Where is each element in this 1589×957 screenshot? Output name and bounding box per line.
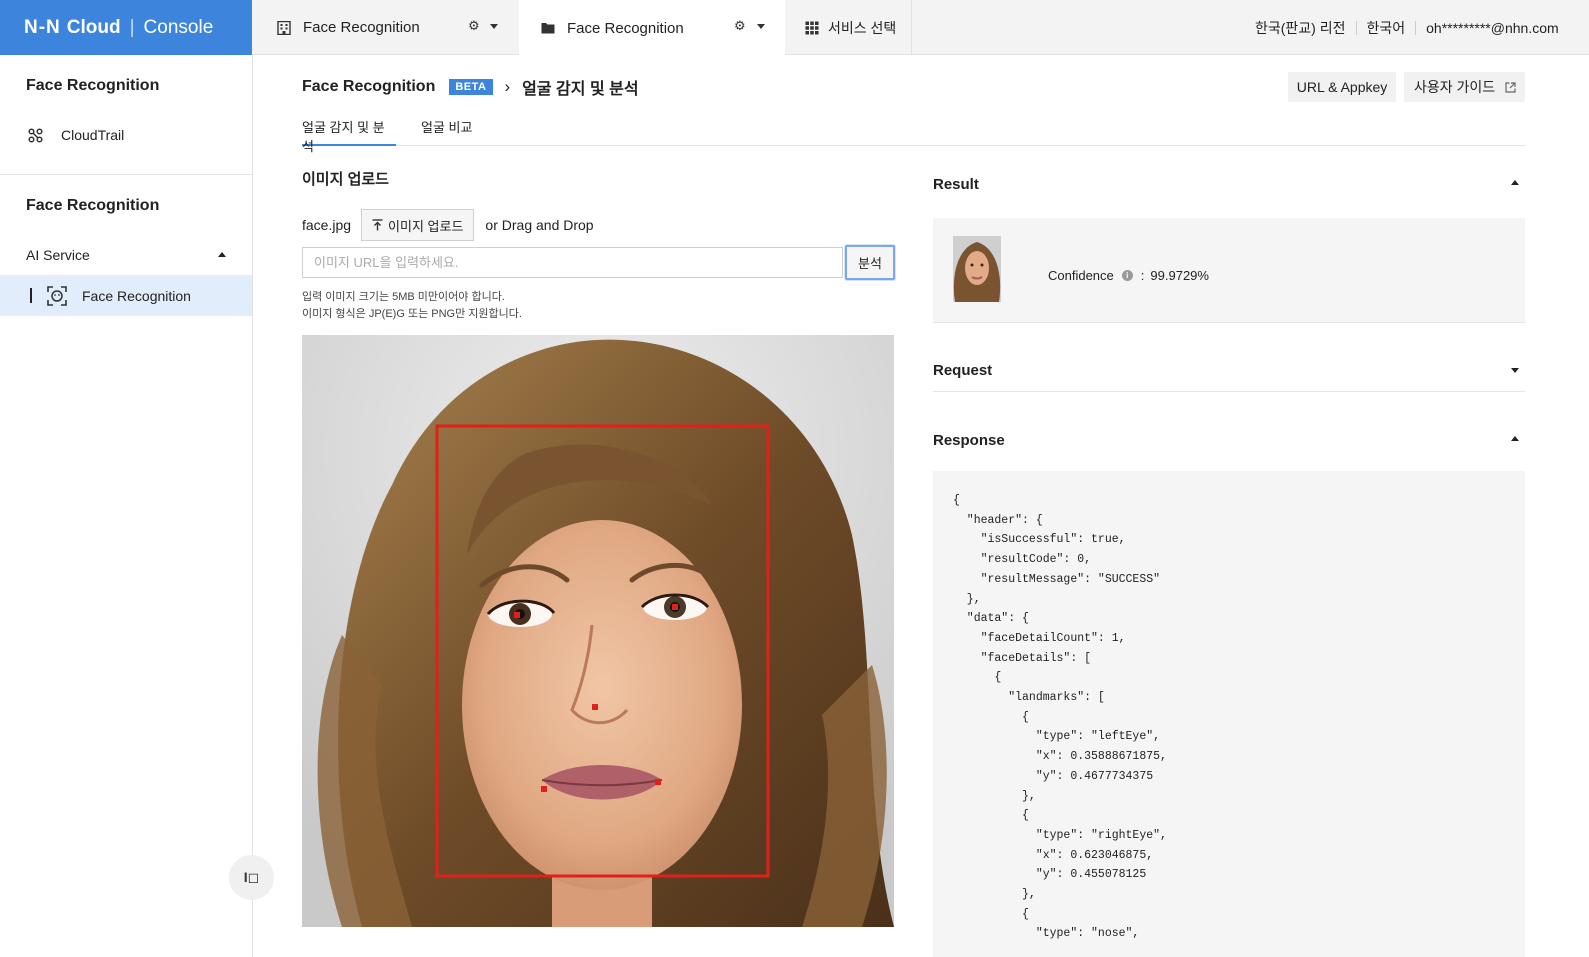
service-select-label: 서비스 선택 [828,19,897,36]
confidence-label: Confidence [1048,268,1114,283]
analyzed-image [302,335,894,927]
sidebar-group-ai-service[interactable]: AI Service [0,235,252,275]
request-section-header[interactable]: Request [933,352,1525,392]
user-guide-label: 사용자 가이드 [1414,79,1496,95]
drag-drop-text: or Drag and Drop [485,217,594,233]
sidebar-divider [0,174,252,175]
upload-section-title: 이미지 업로드 [302,171,389,188]
logo-nhn-text: N-N [24,16,61,38]
breadcrumb-page: 얼굴 감지 및 분석 [522,81,639,98]
service-select-tab[interactable]: 서비스 선택 [785,0,912,55]
sidebar-project-title[interactable]: Face Recognition [26,197,159,215]
landmark-mouth-left [541,786,547,792]
cloudtrail-icon [28,127,43,143]
face-thumbnail [953,236,1001,302]
confidence-separator: : [1140,268,1145,283]
logo-console-text: Console [143,16,214,38]
response-json: { "header": { "isSuccessful": true, "res… [953,494,1167,941]
face-scan-icon [47,285,67,306]
collapse-caret-icon [1511,436,1519,441]
sidebar-item-label: CloudTrail [61,127,125,143]
nhn-cloud-console-logo[interactable]: N-N Cloud | Console [0,0,252,55]
logo-cloud-text: Cloud [66,16,121,38]
confidence-value: 99.9729% [1150,268,1209,283]
project-settings-gear-icon[interactable]: ⚙ [734,18,746,34]
org-dropdown-caret-icon[interactable] [490,24,498,29]
logo-divider: | [129,16,135,38]
landmark-mouth-right [655,779,661,785]
header-divider [1415,20,1417,35]
org-name: Face Recognition [303,19,420,36]
face-bounding-box [435,424,770,878]
response-title: Response [933,432,1005,449]
account-menu[interactable]: oh*********@nhn.com [1426,20,1559,36]
org-settings-gear-icon[interactable]: ⚙ [468,18,480,34]
collapse-group-caret-icon [218,252,226,257]
image-url-input[interactable] [302,247,843,278]
response-section-header[interactable]: Response [933,422,1525,462]
image-upload-button[interactable]: 이미지 업로드 [361,209,475,241]
analyze-button[interactable]: 분석 [845,245,895,280]
active-indicator [30,288,32,303]
sidebar-group-label: AI Service [26,247,90,263]
tab-face-compare[interactable]: 얼굴 비교 [421,117,472,146]
header-divider [1355,20,1357,35]
header-user-menu: 한국(판교) 리전 한국어 oh*********@nhn.com [1255,0,1559,55]
beta-badge: BETA [449,79,493,95]
user-guide-button[interactable]: 사용자 가이드 [1404,72,1525,102]
result-title: Result [933,176,979,193]
sidebar-org-title[interactable]: Face Recognition [26,77,159,95]
section-divider [933,322,1525,323]
url-appkey-button[interactable]: URL & Appkey [1288,72,1396,102]
upload-row: face.jpg 이미지 업로드 or Drag and Drop [302,209,594,241]
landmark-right-eye [672,604,678,610]
size-hint: 입력 이미지 크기는 5MB 미만이어야 합니다. [302,291,505,303]
format-hint: 이미지 형식은 JP(E)G 또는 PNG만 지원합니다. [302,308,522,320]
chevron-right-icon: › [504,77,511,96]
building-icon [277,20,291,35]
request-title: Request [933,362,993,379]
result-section-header[interactable]: Result [933,166,1525,207]
breadcrumb-service[interactable]: Face Recognition [302,78,435,96]
sidebar: Face Recognition CloudTrail Face Recogni… [0,55,253,957]
upload-button-label: 이미지 업로드 [388,218,464,234]
tab-face-detection[interactable]: 얼굴 감지 및 분석 [302,117,396,154]
language-selector[interactable]: 한국어 [1367,18,1406,38]
landmark-left-eye [514,612,520,618]
sidebar-collapse-button[interactable]: I◻ [229,855,274,900]
project-name: Face Recognition [567,19,684,37]
confidence-row: Confidence i : 99.9729% [1048,268,1209,283]
response-json-panel[interactable]: { "header": { "isSuccessful": true, "res… [933,471,1525,957]
page-tabs: 얼굴 감지 및 분석 얼굴 비교 [302,114,1525,154]
project-dropdown-caret-icon[interactable] [757,24,765,29]
sidebar-item-face-recognition[interactable]: Face Recognition [0,275,252,316]
sidebar-item-label: Face Recognition [82,287,191,304]
collapse-caret-icon [1511,180,1519,185]
region-selector[interactable]: 한국(판교) 리전 [1255,18,1346,38]
detection-overlay [435,424,770,878]
external-link-icon [1505,81,1516,93]
upload-icon [372,219,383,231]
file-name: face.jpg [302,217,352,233]
folder-icon [541,23,555,34]
grid-apps-icon [805,21,819,34]
breadcrumb: Face Recognition BETA › 얼굴 감지 및 분석 [302,76,639,98]
info-icon[interactable]: i [1121,270,1133,281]
sidebar-item-cloudtrail[interactable]: CloudTrail [0,115,252,155]
result-panel: Confidence i : 99.9729% [933,218,1525,322]
landmark-nose [592,704,598,710]
top-bar: N-N Cloud | Console Face Recognition ⚙ F… [0,0,1589,56]
expand-caret-icon [1511,368,1519,373]
